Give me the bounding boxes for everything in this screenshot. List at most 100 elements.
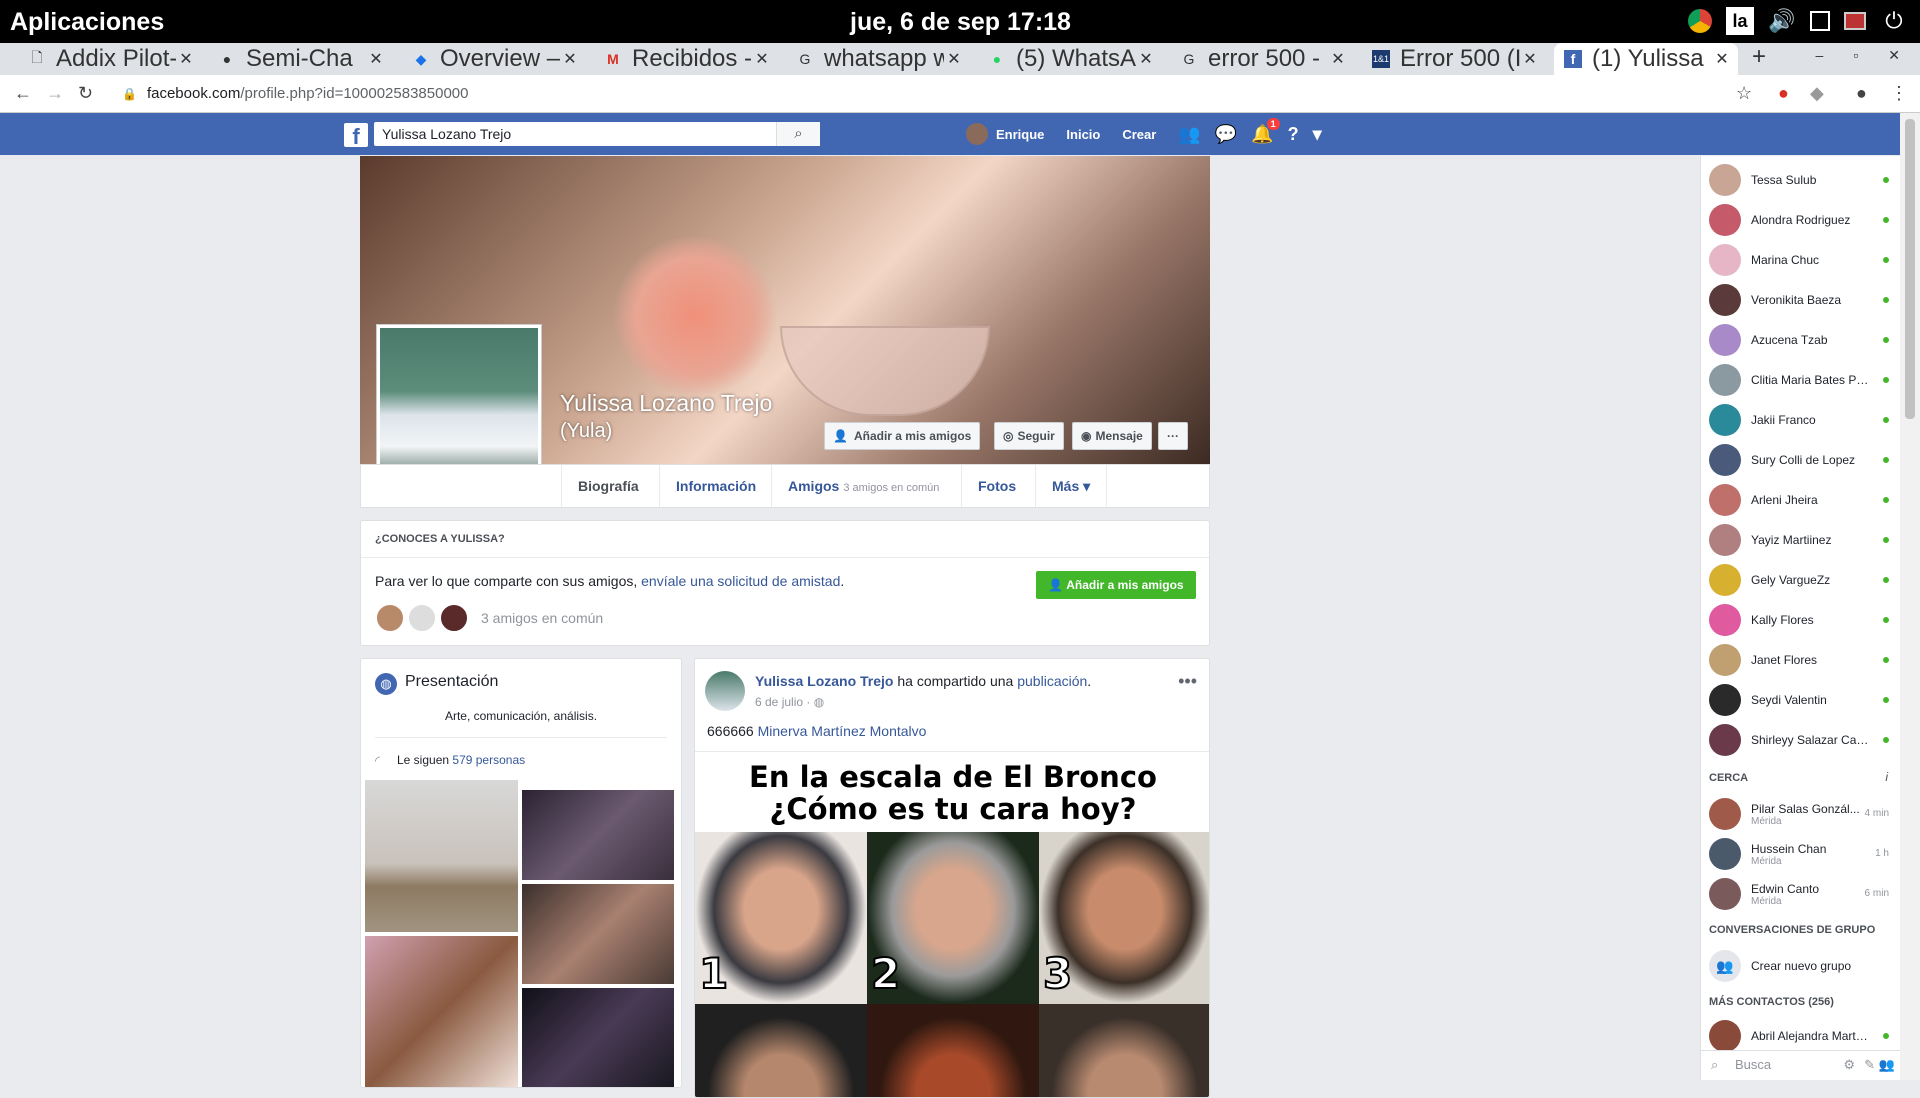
- avatar[interactable]: [439, 603, 469, 633]
- back-icon[interactable]: ←: [14, 83, 32, 104]
- chevron-down-icon[interactable]: ▾: [1313, 124, 1322, 145]
- close-icon[interactable]: ✕: [176, 49, 196, 69]
- tab-overview[interactable]: ◆ Overview — ✕: [402, 43, 586, 75]
- power-icon[interactable]: ⏻: [1880, 7, 1908, 35]
- post-options-icon[interactable]: •••: [1178, 671, 1197, 692]
- tab-error500[interactable]: 1&1 Error 500 (Ir ✕: [1362, 43, 1546, 75]
- tab-biografia[interactable]: Biografía: [561, 465, 655, 507]
- close-icon[interactable]: ✕: [366, 49, 386, 69]
- contact-item[interactable]: Arleni Jheira: [1701, 480, 1901, 520]
- profile-name[interactable]: Yulissa Lozano Trejo: [560, 390, 772, 417]
- close-icon[interactable]: ✕: [1136, 49, 1156, 69]
- window-icon[interactable]: [1810, 11, 1830, 31]
- profile-icon[interactable]: ●: [1856, 83, 1867, 104]
- nav-home[interactable]: Inicio: [1066, 127, 1100, 142]
- maximize-icon[interactable]: ▫: [1853, 47, 1858, 64]
- tab-mas[interactable]: Más ▾: [1035, 465, 1108, 507]
- minimize-icon[interactable]: –: [1816, 47, 1824, 64]
- contact-item[interactable]: Clitia Maria Bates Pool: [1701, 360, 1901, 400]
- contact-item[interactable]: Azucena Tzab: [1701, 320, 1901, 360]
- close-window-icon[interactable]: ✕: [1888, 47, 1900, 64]
- photo-thumbnail[interactable]: [521, 883, 675, 985]
- info-icon[interactable]: i: [1885, 770, 1888, 784]
- group-icon[interactable]: 👥: [1879, 1057, 1895, 1073]
- facebook-search-input[interactable]: Yulissa Lozano Trejo: [374, 122, 820, 146]
- avatar[interactable]: [407, 603, 437, 633]
- photo-thumbnail[interactable]: [521, 789, 675, 881]
- post-author-link[interactable]: Yulissa Lozano Trejo: [755, 673, 893, 689]
- forward-icon[interactable]: →: [46, 83, 64, 104]
- contact-item[interactable]: Seydi Valentin: [1701, 680, 1901, 720]
- volume-icon[interactable]: 🔊: [1768, 7, 1796, 35]
- contact-item[interactable]: Yayiz Martiinez: [1701, 520, 1901, 560]
- tab-whatsapp-search[interactable]: Gwhatsapp w ✕: [786, 43, 970, 75]
- contact-item[interactable]: Veronikita Baeza: [1701, 280, 1901, 320]
- follow-button[interactable]: ◎ Seguir: [994, 422, 1064, 450]
- contact-item[interactable]: Hussein Chan Mérida 1 h: [1701, 834, 1901, 874]
- more-options-button[interactable]: ···: [1158, 422, 1188, 450]
- chrome-icon[interactable]: [1688, 9, 1712, 33]
- compose-icon[interactable]: ✎: [1864, 1057, 1875, 1073]
- contact-item[interactable]: Sury Colli de Lopez: [1701, 440, 1901, 480]
- contact-item[interactable]: Pilar Salas Gonzál... Mérida 4 min: [1701, 794, 1901, 834]
- tab-semi-cha[interactable]: ● Semi-Cha ✕: [208, 43, 392, 75]
- tab-error500-search[interactable]: Gerror 500 - E✕: [1170, 43, 1354, 75]
- avatar[interactable]: [375, 603, 405, 633]
- shield-ext-icon[interactable]: ◆: [1810, 83, 1824, 104]
- star-icon[interactable]: ☆: [1736, 83, 1752, 104]
- contact-item[interactable]: Alondra Rodriguez: [1701, 200, 1901, 240]
- nav-profile[interactable]: Enrique: [966, 123, 1044, 145]
- applications-menu[interactable]: Aplicaciones: [10, 8, 164, 37]
- avatar[interactable]: [705, 671, 745, 711]
- contact-item[interactable]: Edwin Canto Mérida 6 min: [1701, 874, 1901, 914]
- messenger-icon[interactable]: 💬: [1215, 124, 1237, 145]
- photo-thumbnail[interactable]: [364, 935, 519, 1087]
- photo-thumbnail[interactable]: [521, 987, 675, 1087]
- system-clock[interactable]: jue, 6 de sep 17:18: [850, 8, 1071, 37]
- screen-icon[interactable]: [1844, 12, 1866, 30]
- contact-item[interactable]: Tessa Sulub: [1701, 160, 1901, 200]
- contact-item[interactable]: Gely VargueZz: [1701, 560, 1901, 600]
- tab-informacion[interactable]: Información: [659, 465, 772, 507]
- post-object-link[interactable]: publicación: [1017, 673, 1087, 689]
- search-icon[interactable]: ⌕: [776, 122, 820, 146]
- new-tab-button[interactable]: +: [1752, 43, 1766, 71]
- tab-whatsapp[interactable]: ●(5) WhatsAp✕: [978, 43, 1162, 75]
- tab-facebook[interactable]: f (1) Yulissa L ✕: [1554, 43, 1738, 75]
- tab-amigos[interactable]: Amigos 3 amigos en común: [771, 465, 955, 507]
- close-icon[interactable]: ✕: [752, 49, 772, 69]
- url-field[interactable]: 🔒 facebook.com/profile.php?id=10000258385…: [122, 85, 468, 102]
- contact-item[interactable]: Kally Flores: [1701, 600, 1901, 640]
- contact-item[interactable]: Marina Chuc: [1701, 240, 1901, 280]
- contact-item[interactable]: Jakii Franco: [1701, 400, 1901, 440]
- scrollbar-thumb[interactable]: [1905, 119, 1915, 419]
- post-date[interactable]: 6 de julio · ◍: [755, 695, 824, 709]
- la-icon[interactable]: la: [1726, 7, 1754, 35]
- post-image[interactable]: En la escala de El Bronco ¿Cómo es tu ca…: [695, 751, 1209, 1097]
- close-icon[interactable]: ✕: [944, 49, 964, 69]
- friend-request-link[interactable]: envíale una solicitud de amistad: [641, 573, 840, 589]
- followers-link[interactable]: 579 personas: [452, 753, 525, 767]
- mutual-friends[interactable]: 3 amigos en común: [375, 603, 603, 633]
- close-icon[interactable]: ✕: [1328, 49, 1348, 69]
- close-icon[interactable]: ✕: [560, 49, 580, 69]
- friend-requests-icon[interactable]: 👥: [1178, 124, 1200, 145]
- close-icon[interactable]: ✕: [1712, 49, 1732, 69]
- add-friend-green-button[interactable]: 👤 Añadir a mis amigos: [1036, 571, 1196, 599]
- extension-icon[interactable]: ●: [1778, 83, 1789, 104]
- settings-icon[interactable]: ⚙: [1843, 1057, 1855, 1073]
- add-friend-button[interactable]: 👤 Añadir a mis amigos: [824, 422, 981, 450]
- tab-fotos[interactable]: Fotos: [961, 465, 1032, 507]
- facebook-logo-icon[interactable]: f: [344, 123, 368, 149]
- tab-addix[interactable]: 🗋 Addix Pilot- ✕: [18, 43, 202, 75]
- tab-recibidos[interactable]: M Recibidos - ✕: [594, 43, 778, 75]
- close-icon[interactable]: ✕: [1520, 49, 1540, 69]
- page-scrollbar[interactable]: [1900, 113, 1920, 1080]
- contact-item[interactable]: Shirleyy Salazar Calv...: [1701, 720, 1901, 760]
- sidebar-search-input[interactable]: ⌕ Busca ⚙ ✎ 👥: [1701, 1050, 1901, 1080]
- mention-link[interactable]: Minerva Martínez Montalvo: [758, 723, 927, 739]
- menu-icon[interactable]: ⋮: [1890, 83, 1908, 104]
- nav-create[interactable]: Crear: [1122, 127, 1156, 142]
- contact-item[interactable]: Janet Flores: [1701, 640, 1901, 680]
- notifications-icon[interactable]: 🔔 1: [1251, 117, 1280, 145]
